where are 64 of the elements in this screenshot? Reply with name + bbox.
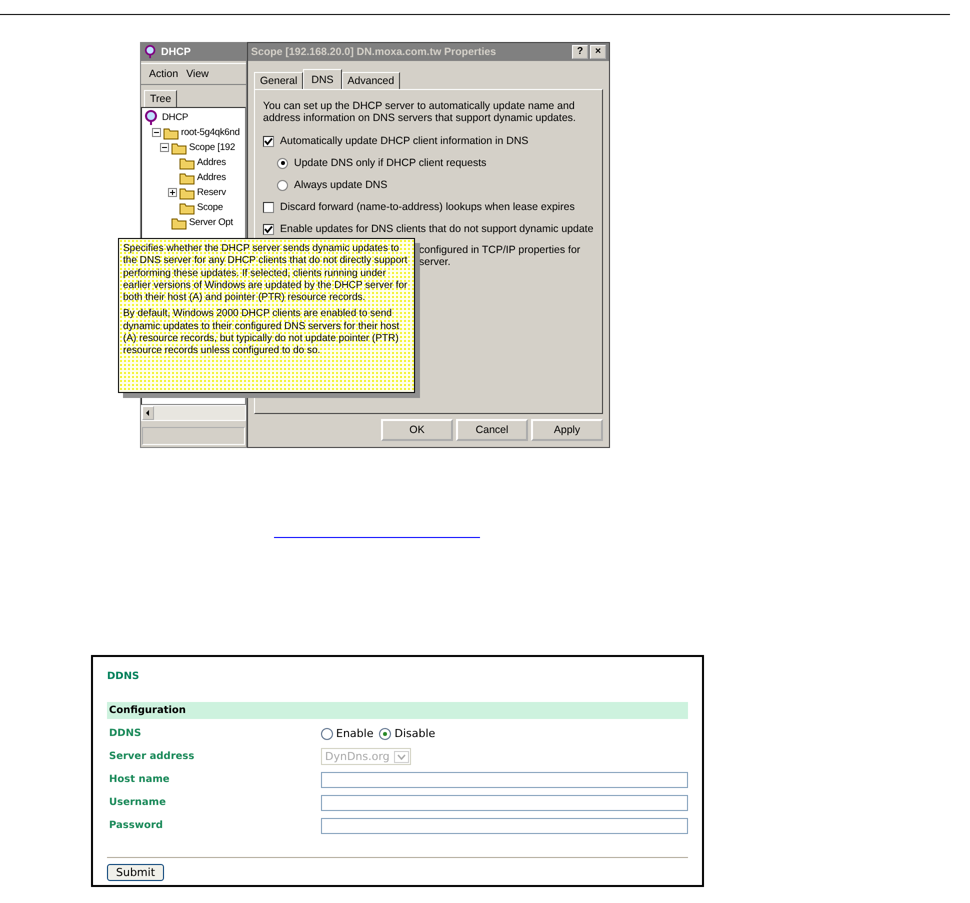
- checkbox[interactable]: [263, 202, 274, 212]
- tree-item[interactable]: Reserv: [197, 187, 226, 198]
- tab[interactable]: General: [254, 72, 304, 89]
- dialog-title: Scope [192.168.20.0] DN.moxa.com.tw Properties: [251, 46, 496, 58]
- checkbox[interactable]: [263, 136, 274, 146]
- field-label: Server address: [108, 751, 196, 762]
- tooltip-text: By default, Windows 2000 DHCP clients are enabled to send dynamic updates to their configured DNS servers for their host (A) resource records, but typically do not update pointer (PTR) resource records unless configured to do so.: [123, 308, 400, 358]
- menu-item[interactable]: Action: [149, 68, 178, 80]
- radio-button[interactable]: [277, 180, 288, 190]
- option-label: Update DNS only if DHCP client requests: [294, 157, 486, 169]
- tree-item[interactable]: Addres: [197, 157, 226, 168]
- tree-item[interactable]: Server Opt: [189, 217, 233, 228]
- option-label: Enable updates for DNS clients that do not support dynamic update: [280, 223, 594, 235]
- section-header: Configuration: [107, 702, 688, 719]
- description-text: You can set up the DHCP server to automatically update name and address information on DNS servers that support dynamic updates.: [263, 100, 577, 124]
- tree-item[interactable]: Scope: [197, 202, 223, 213]
- radio-button[interactable]: [277, 158, 288, 168]
- folder-icon: [171, 216, 187, 230]
- input-field[interactable]: [320, 818, 688, 834]
- scroll-bar[interactable]: [141, 405, 246, 421]
- caret-icon: [396, 754, 406, 760]
- field-label: Host name: [108, 774, 171, 785]
- dialog-button[interactable]: Apply: [531, 419, 603, 441]
- tree-item[interactable]: root-5g4qk6nd: [181, 127, 240, 138]
- field-label: Username: [108, 797, 167, 808]
- radio-label: Disable: [394, 727, 436, 740]
- description-text: server.: [419, 256, 452, 268]
- magnifier-icon: [144, 110, 160, 126]
- window-title: DHCP: [161, 46, 191, 58]
- collapse-icon[interactable]: [160, 143, 169, 152]
- input-field[interactable]: [320, 794, 688, 810]
- tree-item[interactable]: Scope [192: [189, 142, 236, 153]
- tree-item[interactable]: DHCP: [162, 112, 188, 123]
- folder-icon: [163, 126, 179, 140]
- radio-button[interactable]: [379, 728, 392, 740]
- magnifier-icon: [144, 45, 158, 59]
- menu-item[interactable]: View: [186, 68, 209, 80]
- tree-item[interactable]: Addres: [197, 172, 226, 183]
- option-label: Automatically update DHCP client information in DNS: [280, 135, 528, 147]
- option-label: Always update DNS: [294, 179, 388, 191]
- submit-button[interactable]: Submit: [107, 864, 164, 881]
- folder-icon: [179, 186, 195, 200]
- folder-icon: [179, 156, 195, 170]
- field-label: DDNS: [108, 728, 142, 739]
- close-button[interactable]: ×: [590, 45, 606, 59]
- dialog-button[interactable]: OK: [381, 419, 453, 441]
- radio-label: Enable: [336, 727, 374, 740]
- tab[interactable]: DNS: [303, 69, 342, 89]
- field-label: Password: [108, 820, 164, 831]
- tab[interactable]: Advanced: [342, 72, 400, 89]
- radio-button[interactable]: [321, 728, 333, 740]
- option-label: Discard forward (name-to-address) lookups when lease expires: [280, 201, 575, 213]
- input-field[interactable]: [320, 772, 688, 788]
- folder-icon: [171, 140, 187, 154]
- help-button[interactable]: ?: [572, 45, 588, 59]
- expand-icon[interactable]: [168, 188, 177, 197]
- dialog-button[interactable]: Cancel: [456, 419, 528, 441]
- panel-title: DDNS: [107, 671, 140, 682]
- tooltip-text: Specifies whether the DHCP server sends dynamic updates to the DNS server for any DHCP clients that do not directly support performing these updates. If selected, clients running under earlier versions of Windows are updated by the DHCP server for both their host (A) and pointer (PTR) resource records.: [123, 243, 408, 304]
- checkbox[interactable]: [263, 224, 274, 234]
- folder-icon: [179, 170, 195, 184]
- collapse-icon[interactable]: [152, 128, 161, 137]
- folder-icon: [179, 200, 195, 214]
- description-text: configured in TCP/IP properties for: [419, 244, 582, 256]
